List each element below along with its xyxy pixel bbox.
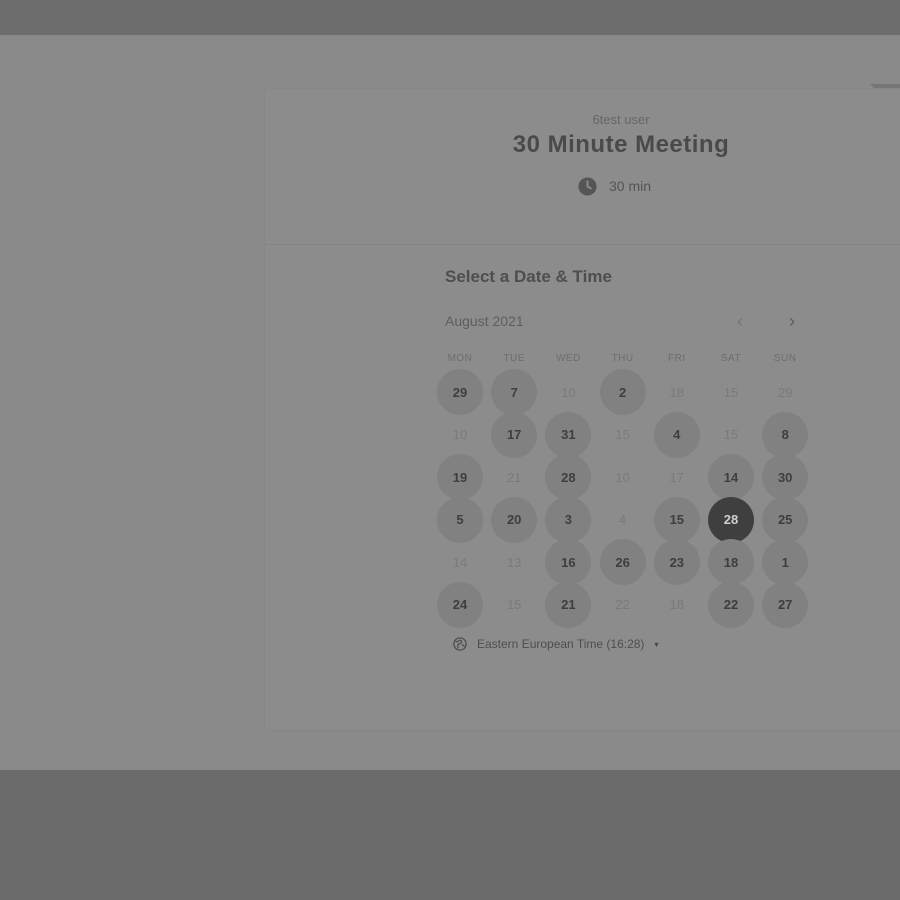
- event-title: 30 Minute Meeting: [512, 131, 730, 158]
- calendar-day: 18: [669, 597, 685, 612]
- bottom-bar: [0, 770, 900, 900]
- weekday-label: THU: [611, 353, 634, 364]
- weekday-label: TUE: [503, 353, 525, 364]
- timezone-selector[interactable]: Eastern European Time (16:28) ▾: [453, 637, 658, 651]
- weekday-header: MON TUE WED THU FRI SAT SUN: [433, 353, 813, 367]
- calendar-day[interactable]: 23: [653, 539, 700, 585]
- weekday-label: MON: [447, 353, 473, 364]
- calendar-day[interactable]: 21: [545, 581, 592, 628]
- calendar-day: 10: [452, 427, 468, 442]
- calendar-day[interactable]: 1: [762, 539, 809, 585]
- calendar-day: 15: [506, 597, 522, 612]
- weekday-label: WED: [555, 353, 581, 364]
- calendar-day[interactable]: 15: [653, 496, 700, 543]
- calendar-day: 18: [669, 384, 685, 400]
- calendar-day[interactable]: 16: [545, 539, 592, 585]
- caret-down-icon: ▾: [654, 639, 659, 649]
- calendar-day: 4: [618, 512, 627, 527]
- calendar-day[interactable]: 22: [708, 581, 754, 628]
- event-duration: 30 min: [578, 176, 652, 196]
- weekday-label: FRI: [667, 353, 686, 364]
- calendar-day: 10: [561, 384, 576, 400]
- top-bar: [0, 0, 900, 35]
- event-header: 6test user 30 Minute Meeting 30 min: [265, 89, 900, 245]
- calendar-day[interactable]: 17: [491, 411, 538, 458]
- calendar-day[interactable]: 4: [653, 411, 700, 458]
- host-name: 6test user: [592, 112, 650, 127]
- calendar-day: 21: [506, 469, 522, 485]
- calendar-day: 22: [615, 597, 630, 612]
- calendar-day[interactable]: 3: [545, 496, 592, 543]
- calendar-day[interactable]: 8: [762, 411, 809, 458]
- calendar-day[interactable]: 5: [437, 496, 483, 543]
- chevron-right-icon[interactable]: ›: [780, 309, 804, 333]
- calendar-day[interactable]: 29: [437, 369, 483, 415]
- calendar-day[interactable]: 25: [762, 496, 809, 543]
- calendar-day[interactable]: 18: [708, 539, 754, 585]
- timezone-label: Eastern European Time (16:28): [477, 637, 645, 651]
- clock-icon: [578, 176, 597, 196]
- calendar-day[interactable]: 31: [545, 411, 592, 458]
- calendar-day: 13: [506, 554, 522, 570]
- weekday-label: SUN: [773, 353, 797, 364]
- calendar-day[interactable]: 24: [437, 581, 483, 628]
- calendar-day[interactable]: 30: [762, 454, 809, 500]
- calendar-day[interactable]: 14: [708, 454, 754, 500]
- month-label: August 2021: [445, 313, 524, 329]
- calendar-day: 15: [723, 427, 739, 442]
- scheduling-card: 6test user 30 Minute Meeting 30 min Sele…: [264, 88, 900, 731]
- calendar-day: 29: [777, 384, 793, 400]
- calendar-day[interactable]: 7: [491, 369, 538, 415]
- calendar-day-selected[interactable]: 28: [708, 496, 754, 543]
- calendar-day: 15: [615, 427, 630, 442]
- calendar-day[interactable]: 26: [599, 539, 646, 585]
- calendar-day: 17: [669, 469, 685, 485]
- chevron-left-icon[interactable]: ‹: [728, 309, 752, 333]
- calendar-day: 14: [452, 554, 468, 570]
- globe-icon: [453, 637, 467, 651]
- calendar-day[interactable]: 19: [437, 454, 483, 500]
- calendar-day[interactable]: 28: [545, 454, 592, 500]
- calendar-day: 10: [615, 469, 630, 485]
- calendar-grid: 29 7 10 2 18 15 29 10 17 31 15 4 15 8 19 21 28 10 17 14 30 5 2…: [433, 369, 813, 629]
- calendar-day[interactable]: 27: [762, 581, 809, 628]
- weekday-label: SAT: [720, 353, 742, 364]
- calendar-day: 15: [723, 384, 739, 400]
- calendar-day[interactable]: 2: [599, 369, 646, 415]
- calendar-day[interactable]: 20: [491, 496, 538, 543]
- duration-label: 30 min: [609, 178, 652, 194]
- date-time-heading: Select a Date & Time: [445, 267, 612, 286]
